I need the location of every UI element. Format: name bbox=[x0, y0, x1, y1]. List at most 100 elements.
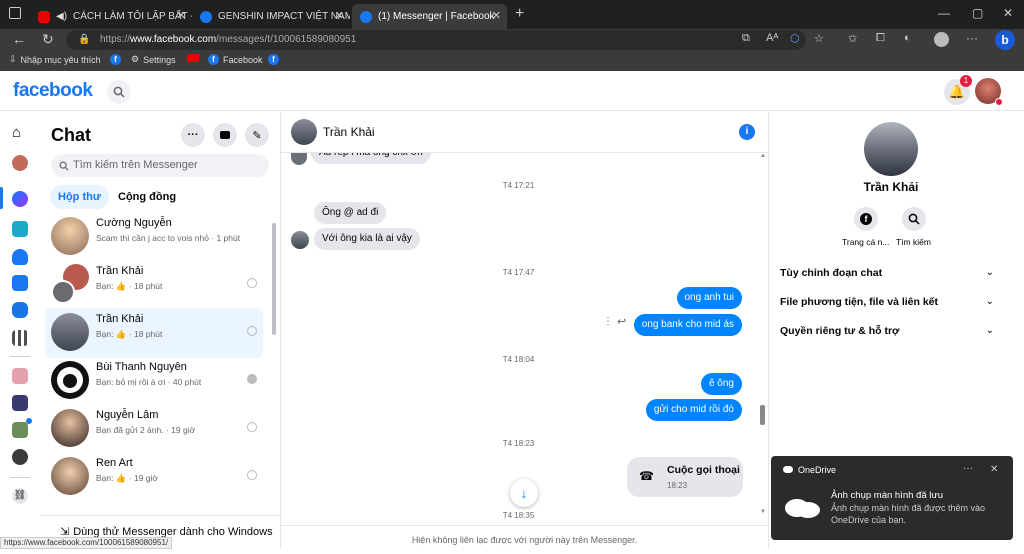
new-tab-icon[interactable]: + bbox=[515, 5, 524, 23]
url-prefix: https:// bbox=[100, 34, 131, 45]
chat-list-panel: Chat ··· ✎ Tìm kiếm trên Messenger Hộp t… bbox=[40, 111, 281, 549]
notification-title: Ảnh chụp màn hình đã lưu bbox=[831, 490, 943, 501]
youtube-icon bbox=[38, 10, 50, 23]
collections-icon[interactable]: ⧠ bbox=[876, 32, 885, 45]
profile-shortcut-avatar[interactable] bbox=[12, 155, 28, 171]
tab-community[interactable]: Cộng đồng bbox=[110, 185, 184, 209]
refresh-icon[interactable]: ↻ bbox=[42, 31, 54, 48]
new-video-call-button[interactable] bbox=[213, 123, 237, 147]
github-icon bbox=[57, 367, 83, 393]
back-icon[interactable]: ← bbox=[12, 31, 26, 47]
bookmark-facebook-3[interactable]: f bbox=[268, 54, 283, 65]
tab-genshin[interactable]: GENSHIN IMPACT VIỆT NAM TRA ✕ bbox=[192, 4, 350, 29]
new-message-button[interactable]: ✎ bbox=[245, 123, 269, 147]
options-button[interactable]: ··· bbox=[181, 123, 205, 147]
call-title: Cuộc gọi thoại bbox=[667, 464, 740, 476]
profile-avatar[interactable] bbox=[934, 32, 949, 47]
minimize-icon[interactable]: — bbox=[938, 6, 950, 20]
bookmark-settings[interactable]: ⚙ Settings bbox=[131, 54, 176, 65]
more-icon[interactable]: ··· bbox=[966, 31, 978, 45]
conversation-preview: Bạn đã gửi 2 ảnh. · 19 giờ bbox=[96, 425, 196, 435]
marketplace-icon[interactable] bbox=[12, 275, 28, 291]
scroll-up-arrow[interactable]: ▲ bbox=[760, 153, 766, 159]
search-button[interactable] bbox=[107, 80, 131, 104]
conversation-item-selected[interactable]: Trần Khải Bạn: 👍 · 18 phút bbox=[45, 308, 263, 358]
bing-icon[interactable]: b bbox=[995, 30, 1015, 50]
search-placeholder: Tìm kiếm trên Messenger bbox=[73, 159, 198, 171]
close-icon[interactable]: ✕ bbox=[335, 9, 344, 22]
conversation-preview: Bạn: 👍 · 18 phút bbox=[96, 281, 163, 291]
profile-label: Trang cá n... bbox=[842, 237, 890, 247]
shortcut-icon[interactable] bbox=[12, 422, 28, 438]
avatar[interactable] bbox=[291, 119, 317, 145]
close-icon[interactable]: ✕ bbox=[990, 464, 998, 475]
speaker-icon[interactable]: ◀) bbox=[56, 11, 67, 22]
bookmark-facebook-2[interactable]: f Facebook bbox=[208, 54, 263, 65]
sent-status-icon bbox=[247, 326, 257, 336]
address-toolbar: ← ↻ 🔒 https://www.facebook.com/messages/… bbox=[0, 29, 1024, 51]
scroll-down-arrow[interactable]: ▼ bbox=[760, 509, 766, 515]
friends-icon[interactable] bbox=[12, 249, 28, 265]
favorite-icon[interactable]: ☆ bbox=[814, 32, 824, 45]
messenger-search-input[interactable]: Tìm kiếm trên Messenger bbox=[51, 154, 269, 177]
conversation-item[interactable]: Nguyễn Lâm Bạn đã gửi 2 ảnh. · 19 giờ bbox=[45, 404, 263, 454]
search-in-conversation-button[interactable] bbox=[902, 207, 926, 231]
shortcut-icon[interactable] bbox=[12, 395, 28, 411]
menu-grid-icon[interactable] bbox=[12, 330, 28, 346]
chat-title: Chat bbox=[51, 125, 91, 145]
section-label: Quyền riêng tư & hỗ trợ bbox=[780, 325, 900, 337]
messenger-icon[interactable] bbox=[12, 191, 28, 207]
timestamp: T4 18:04 bbox=[502, 355, 535, 364]
conversation-name: Trần Khải bbox=[96, 265, 144, 277]
avatar bbox=[51, 409, 89, 447]
search-icon bbox=[113, 86, 125, 98]
search-label: Tìm kiếm bbox=[896, 237, 931, 247]
window-close-icon[interactable]: ✕ bbox=[1003, 6, 1013, 20]
onedrive-notification[interactable]: OneDrive ··· ✕ Ảnh chụp màn hình đã lưu … bbox=[771, 456, 1013, 540]
tab-messenger[interactable]: (1) Messenger | Facebook ✕ bbox=[352, 4, 507, 29]
message-scrollbar[interactable] bbox=[760, 405, 765, 425]
bookmark-import[interactable]: ⇩ Nhập mục yêu thích bbox=[9, 54, 101, 65]
tab-actions-icon[interactable] bbox=[9, 7, 21, 19]
close-icon[interactable]: ✕ bbox=[177, 9, 186, 22]
address-bar[interactable]: 🔒 https://www.facebook.com/messages/t/10… bbox=[66, 30, 806, 50]
groups-icon[interactable] bbox=[12, 449, 28, 465]
profile-photo[interactable] bbox=[864, 122, 918, 176]
conversation-item[interactable]: Ren Art Bạn: 👍 · 19 giờ bbox=[45, 452, 263, 502]
watch-icon[interactable] bbox=[12, 221, 28, 237]
chat-list-scrollbar[interactable] bbox=[272, 223, 276, 335]
extension-icon[interactable]: ⬡ bbox=[790, 32, 800, 45]
conversation-item[interactable]: Trần Khải Bạn: 👍 · 18 phút bbox=[45, 260, 263, 310]
avatar bbox=[51, 217, 89, 255]
close-icon[interactable]: ✕ bbox=[492, 9, 501, 22]
account-status-dot bbox=[995, 98, 1003, 106]
bookmark-facebook-1[interactable]: f bbox=[110, 54, 125, 65]
performance-icon[interactable]: ◐ bbox=[904, 32, 911, 44]
conversation-name[interactable]: Trần Khải bbox=[323, 125, 375, 139]
link-icon[interactable]: ⛓ bbox=[12, 488, 28, 504]
gaming-icon[interactable] bbox=[12, 302, 28, 318]
home-icon[interactable]: ⌂ bbox=[12, 125, 28, 141]
read-aloud-icon[interactable]: Aᴬ bbox=[766, 32, 778, 44]
timestamp: T4 17:21 bbox=[502, 181, 535, 190]
conversation-item[interactable]: Cường Nguyễn Scam thì cần j acc to vois … bbox=[45, 212, 263, 262]
share-icon[interactable]: ⧉ bbox=[742, 32, 750, 45]
bookmark-label: Facebook bbox=[223, 54, 263, 65]
reply-icon[interactable]: ↩ bbox=[617, 315, 626, 328]
favorites-icon[interactable]: ✩ bbox=[848, 32, 857, 45]
info-icon[interactable]: i bbox=[739, 124, 755, 140]
tab-youtube[interactable]: ◀) CÁCH LÀM TÔI LẬP BẤT - N ✕ bbox=[30, 4, 192, 29]
more-icon[interactable]: ··· bbox=[963, 463, 973, 474]
maximize-icon[interactable]: ▢ bbox=[972, 6, 983, 20]
outgoing-message: gửi cho mid rồi đó bbox=[645, 399, 742, 421]
scroll-to-bottom-button[interactable]: ↓ bbox=[510, 479, 538, 507]
profile-button[interactable]: f bbox=[854, 207, 878, 231]
facebook-logo[interactable]: facebook bbox=[13, 80, 93, 102]
tab-inbox[interactable]: Hộp thư bbox=[50, 185, 109, 209]
shortcut-icon[interactable] bbox=[12, 368, 28, 384]
incoming-message: Ad rep l mà ông chx ơn bbox=[311, 153, 431, 164]
bookmark-youtube[interactable] bbox=[187, 54, 203, 62]
voice-call-card[interactable]: ☎ Cuộc gọi thoại 18:23 bbox=[627, 457, 743, 497]
more-icon[interactable]: ⋮ bbox=[603, 316, 613, 327]
conversation-item[interactable]: Bùi Thanh Nguyên Bạn: bỏ mị rồi à ơi · 4… bbox=[45, 356, 263, 406]
